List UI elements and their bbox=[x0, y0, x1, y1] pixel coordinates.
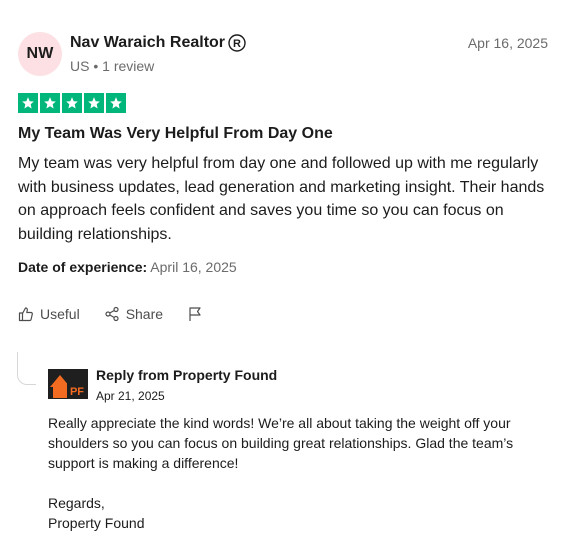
experience-date: April 16, 2025 bbox=[150, 259, 237, 275]
reviewer-country: US bbox=[70, 58, 90, 74]
star-icon bbox=[40, 93, 60, 113]
reviewer-name[interactable]: Nav Waraich Realtor bbox=[70, 34, 225, 52]
company-logo[interactable]: PF bbox=[48, 369, 88, 399]
reply-signoff: Regards, Property Found bbox=[48, 493, 145, 533]
star-icon bbox=[62, 93, 82, 113]
reply-connector bbox=[17, 352, 36, 385]
review-actions: Useful Share bbox=[18, 306, 203, 322]
experience-label: Date of experience: bbox=[18, 259, 148, 275]
registered-trademark-icon: R bbox=[228, 34, 246, 52]
reviewer-meta: US • 1 review bbox=[70, 58, 154, 74]
star-icon bbox=[84, 93, 104, 113]
share-icon bbox=[104, 306, 120, 322]
review-body: My team was very helpful from day one an… bbox=[18, 155, 545, 243]
reply-signoff-regards: Regards, bbox=[48, 495, 105, 511]
review-date: Apr 16, 2025 bbox=[467, 35, 548, 51]
star-rating bbox=[18, 93, 126, 113]
reply-signoff-company: Property Found bbox=[48, 515, 145, 531]
avatar[interactable]: NW bbox=[18, 32, 62, 76]
date-of-experience: Date of experience: April 16, 2025 bbox=[18, 259, 237, 275]
reviewer-name-row[interactable]: Nav Waraich Realtor R bbox=[70, 34, 246, 52]
svg-text:R: R bbox=[233, 38, 241, 50]
meta-separator: • bbox=[93, 58, 99, 74]
star-icon bbox=[18, 93, 38, 113]
review-title[interactable]: My Team Was Very Helpful From Day One bbox=[18, 125, 333, 143]
reply-date: Apr 21, 2025 bbox=[96, 389, 165, 403]
thumbs-up-icon bbox=[18, 306, 34, 322]
useful-label: Useful bbox=[40, 306, 80, 322]
useful-button[interactable]: Useful bbox=[18, 306, 80, 322]
share-button[interactable]: Share bbox=[104, 306, 163, 322]
logo-text: PF bbox=[70, 386, 84, 398]
reply-body: Really appreciate the kind words! We’re … bbox=[48, 415, 514, 471]
star-icon bbox=[106, 93, 126, 113]
share-label: Share bbox=[125, 306, 164, 322]
avatar-initials: NW bbox=[26, 45, 54, 62]
flag-icon bbox=[187, 306, 203, 322]
review-card: NW Nav Waraich Realtor R US • 1 review A… bbox=[0, 0, 579, 541]
flag-button[interactable] bbox=[187, 306, 203, 322]
reviewer-review-count: 1 review bbox=[102, 58, 155, 74]
reply-heading: Reply from Property Found bbox=[96, 367, 278, 383]
